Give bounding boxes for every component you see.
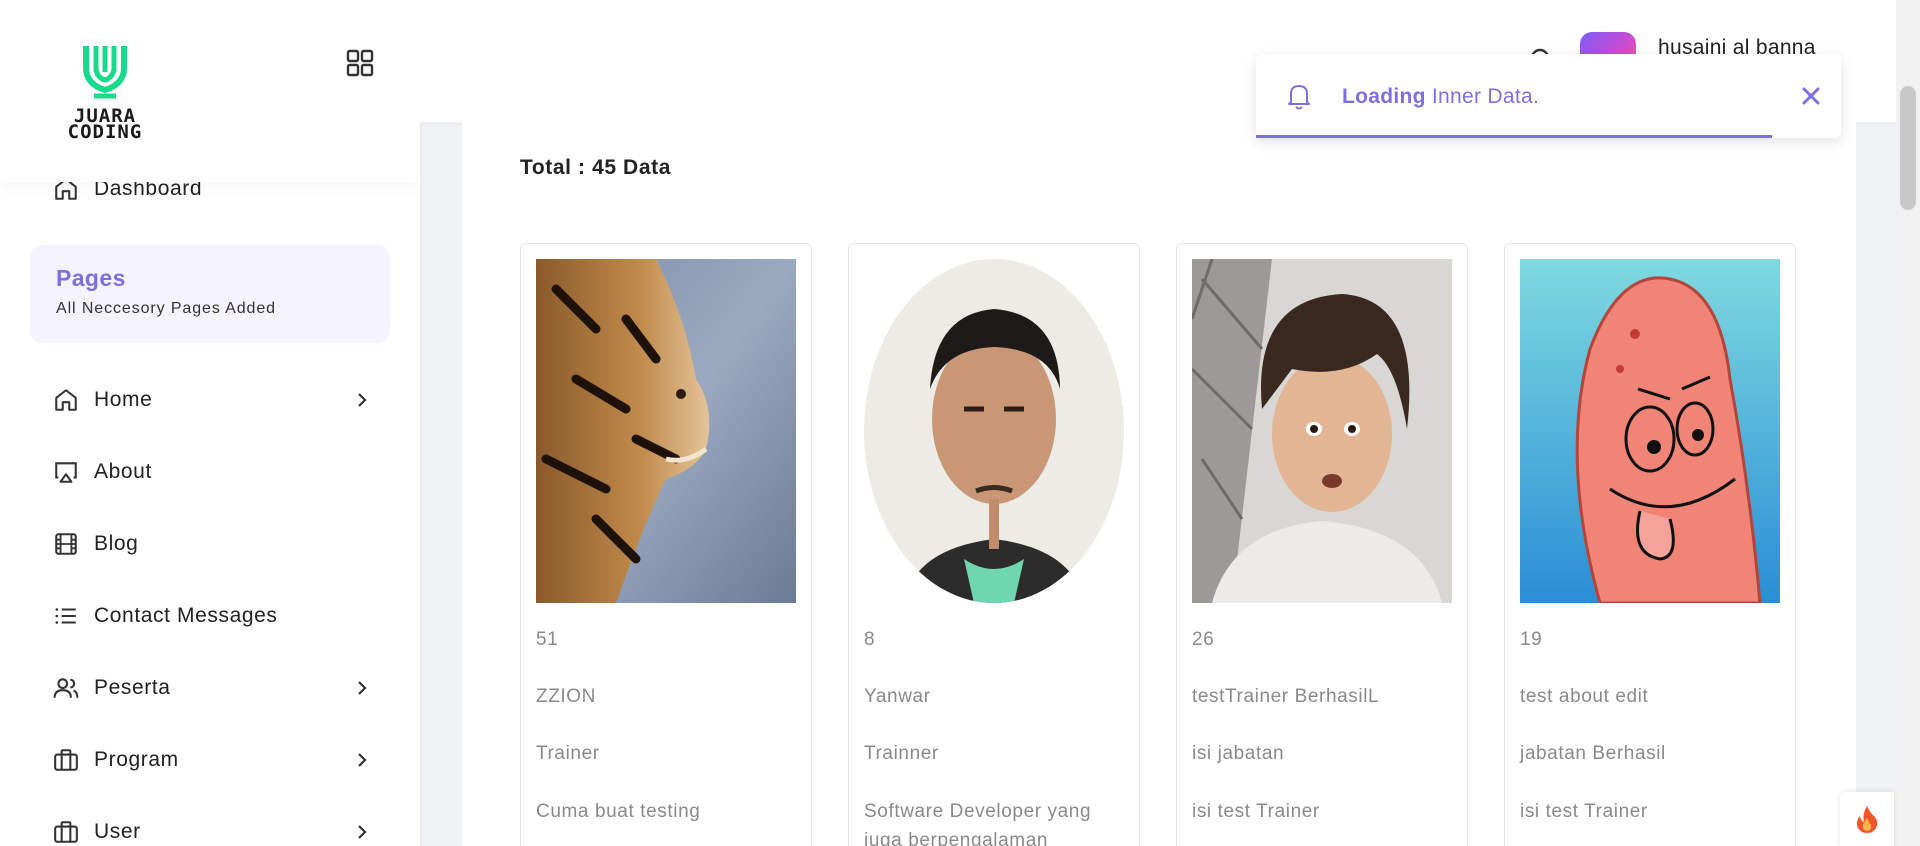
sidebar-item-label: Contact Messages <box>94 604 278 627</box>
pages-title: Pages <box>56 265 126 291</box>
card-name: ZZION <box>536 686 596 707</box>
sidebar-item-home[interactable]: Home <box>52 383 372 417</box>
close-icon[interactable] <box>1799 84 1823 108</box>
sidebar-item-label: User <box>94 820 141 843</box>
fire-button[interactable] <box>1840 792 1894 846</box>
card-id: 51 <box>536 629 559 650</box>
patrick-cartoon <box>1520 259 1780 603</box>
card-name: testTrainer BerhasilL <box>1192 686 1380 707</box>
users-icon <box>52 674 80 702</box>
logo-text: JUARA CODING <box>50 107 160 143</box>
toast-strong: Loading <box>1342 85 1426 108</box>
toast-notification: Loading Inner Data. <box>1256 54 1841 138</box>
logo-text-line2: CODING <box>67 121 143 143</box>
trainer-card[interactable]: 51 ZZION Trainer Cuma buat testing <box>520 243 812 846</box>
sidebar-item-program[interactable]: Program <box>52 743 372 777</box>
grid-menu-icon[interactable] <box>346 49 374 77</box>
film-icon <box>52 530 80 558</box>
trainer-card[interactable]: 26 testTrainer BerhasilL isi jabatan isi… <box>1176 243 1468 846</box>
sidebar-item-contact-messages[interactable]: Contact Messages <box>52 599 372 633</box>
card-name: Yanwar <box>864 686 931 707</box>
card-id: 19 <box>1520 629 1543 650</box>
home-icon <box>52 386 80 414</box>
list-icon <box>52 602 80 630</box>
fire-icon <box>1856 806 1878 833</box>
page-scrollbar[interactable] <box>1896 0 1920 846</box>
toast-text: Inner Data. <box>1425 85 1540 108</box>
sidebar: JUARA CODING Dashboard Pages All Necceso… <box>0 0 420 846</box>
sidebar-item-user[interactable]: User <box>52 815 372 846</box>
pages-subtitle: All Neccesory Pages Added <box>56 300 276 317</box>
bell-icon <box>1288 85 1310 110</box>
man-surprised-photo <box>1192 259 1452 603</box>
trainer-card[interactable]: 19 test about edit jabatan Berhasil isi … <box>1504 243 1796 846</box>
sidebar-item-label: Blog <box>94 532 139 555</box>
trainer-card[interactable]: 8 Yanwar Trainner Software Developer yan… <box>848 243 1140 846</box>
sidebar-item-label: Program <box>94 748 179 771</box>
card-role: Trainner <box>864 743 939 764</box>
sidebar-item-peserta[interactable]: Peserta <box>52 671 372 705</box>
pages-section: Pages All Neccesory Pages Added <box>30 245 390 343</box>
sidebar-item-blog[interactable]: Blog <box>52 527 372 561</box>
sidebar-item-label: Home <box>94 388 153 411</box>
airplay-icon <box>52 458 80 486</box>
toast-message: Loading Inner Data. <box>1342 85 1539 109</box>
card-id: 8 <box>864 629 876 650</box>
card-name: test about edit <box>1520 686 1649 707</box>
briefcase-icon <box>52 818 80 846</box>
main-content: Total : 45 Data 51 ZZION Trainer Cuma bu… <box>462 122 1856 846</box>
tiger-photo <box>536 259 796 603</box>
card-description: Cuma buat testing <box>536 801 701 822</box>
scrollbar-thumb[interactable] <box>1900 86 1916 210</box>
card-role: Trainer <box>536 743 600 764</box>
card-id: 26 <box>1192 629 1215 650</box>
card-description: isi test Trainer <box>1520 801 1648 822</box>
briefcase-icon <box>52 746 80 774</box>
man-portrait-photo <box>864 259 1124 603</box>
sidebar-item-label: Peserta <box>94 676 171 699</box>
chevron-right-icon <box>352 389 372 411</box>
toast-progress-bar <box>1256 135 1772 138</box>
sidebar-item-label: About <box>94 460 152 483</box>
shield-logo-icon <box>83 46 127 99</box>
chevron-right-icon <box>352 821 372 843</box>
logo[interactable]: JUARA CODING <box>50 42 160 142</box>
total-count: Total : 45 Data <box>520 156 671 179</box>
sidebar-item-about[interactable]: About <box>52 455 372 489</box>
card-role: isi jabatan <box>1192 743 1285 764</box>
card-description: isi test Trainer <box>1192 801 1320 822</box>
chevron-right-icon <box>352 749 372 771</box>
card-role: jabatan Berhasil <box>1520 743 1666 764</box>
chevron-right-icon <box>352 677 372 699</box>
sidebar-header: JUARA CODING <box>0 0 420 182</box>
card-description: Software Developer yang juga berpengalam… <box>864 801 1092 846</box>
